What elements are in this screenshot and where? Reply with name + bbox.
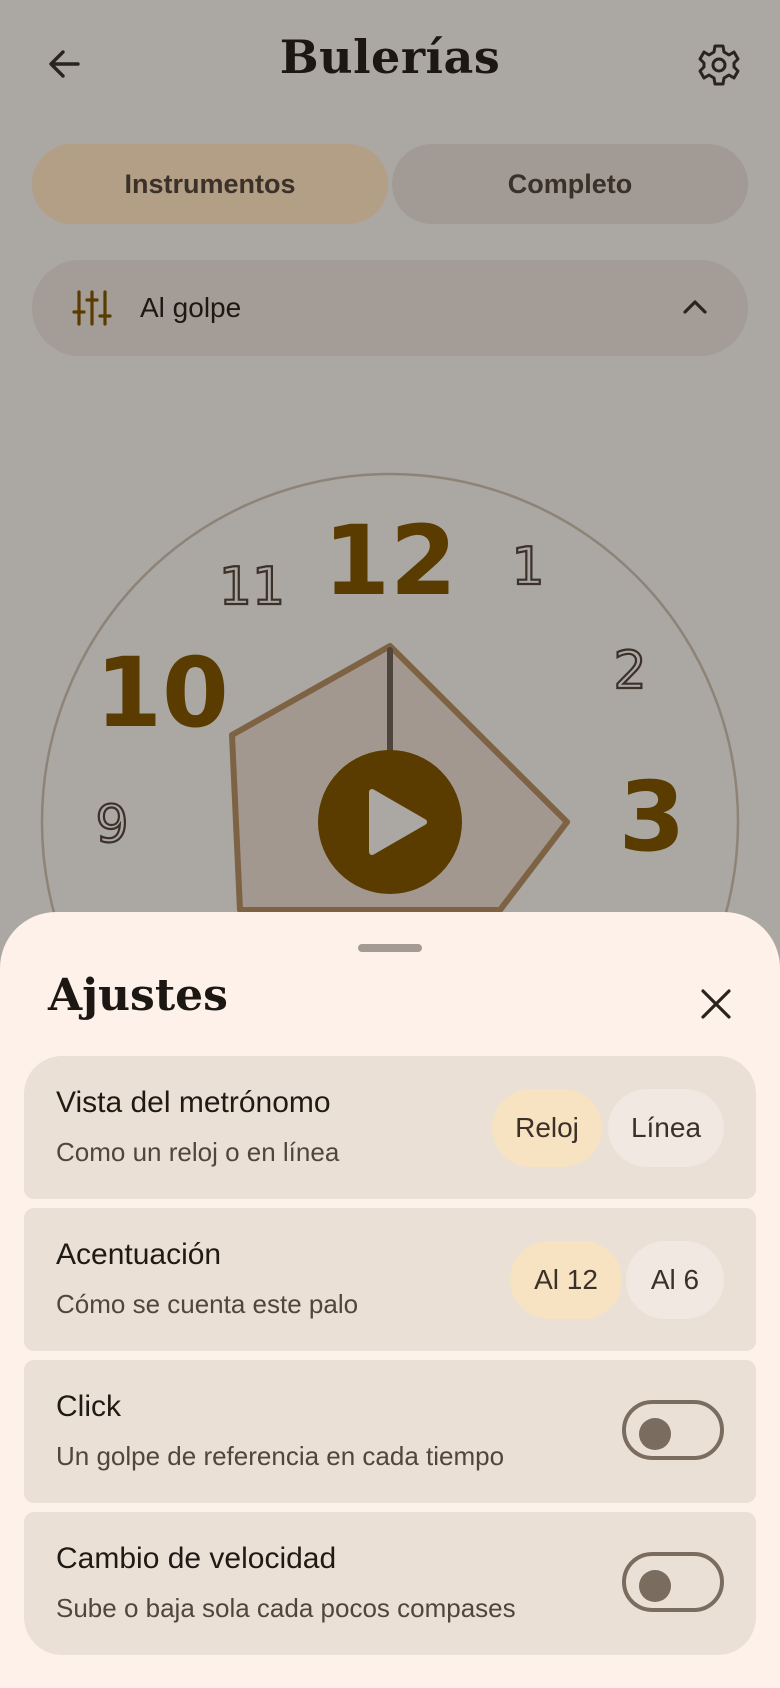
tab-instrumentos[interactable]: Instrumentos bbox=[32, 144, 388, 224]
play-button[interactable] bbox=[318, 750, 462, 894]
clock-number-9: 9 bbox=[95, 795, 128, 855]
setting-title: Click bbox=[56, 1390, 121, 1423]
sheet-title: Ajustes bbox=[48, 970, 228, 1021]
setting-title: Vista del metrónomo bbox=[56, 1086, 331, 1119]
settings-button[interactable] bbox=[694, 40, 744, 90]
drag-handle[interactable] bbox=[358, 944, 422, 952]
option-al-6[interactable]: Al 6 bbox=[626, 1241, 724, 1319]
close-button[interactable] bbox=[692, 980, 740, 1028]
top-app-bar: Bulerías bbox=[0, 0, 780, 130]
clock-number-10: 10 bbox=[95, 637, 229, 749]
clock-number-12: 12 bbox=[323, 505, 457, 617]
preset-selector[interactable]: Al golpe bbox=[32, 260, 748, 356]
setting-row-acentuacion: Acentuación Cómo se cuenta este palo Al … bbox=[24, 1208, 756, 1351]
sliders-icon bbox=[72, 290, 112, 326]
settings-sheet: Ajustes Vista del metrónomo Como un relo… bbox=[0, 912, 780, 1688]
setting-row-vista: Vista del metrónomo Como un reloj o en l… bbox=[24, 1056, 756, 1199]
setting-row-click: Click Un golpe de referencia en cada tie… bbox=[24, 1360, 756, 1503]
option-al-12[interactable]: Al 12 bbox=[510, 1241, 622, 1319]
setting-subtitle: Como un reloj o en línea bbox=[56, 1137, 340, 1167]
setting-subtitle: Un golpe de referencia en cada tiempo bbox=[56, 1441, 505, 1471]
speed-change-toggle[interactable] bbox=[622, 1552, 724, 1612]
option-reloj[interactable]: Reloj bbox=[492, 1089, 602, 1167]
setting-row-cambio-velocidad: Cambio de velocidad Sube o baja sola cad… bbox=[24, 1512, 756, 1655]
clock-number-1: 1 bbox=[511, 537, 544, 597]
close-icon bbox=[701, 989, 731, 1019]
setting-subtitle: Sube o baja sola cada pocos compases bbox=[56, 1593, 516, 1623]
clock-number-2: 2 bbox=[613, 641, 646, 701]
click-toggle[interactable] bbox=[622, 1400, 724, 1460]
toggle-knob bbox=[639, 1570, 671, 1602]
setting-title: Acentuación bbox=[56, 1238, 222, 1271]
setting-title: Cambio de velocidad bbox=[56, 1542, 337, 1575]
chevron-up-icon[interactable] bbox=[678, 290, 712, 324]
clock-number-11: 11 bbox=[219, 557, 285, 617]
setting-subtitle: Cómo se cuenta este palo bbox=[56, 1289, 359, 1319]
gear-icon bbox=[698, 44, 740, 86]
option-linea[interactable]: Línea bbox=[608, 1089, 724, 1167]
preset-label: Al golpe bbox=[140, 292, 242, 323]
tab-completo[interactable]: Completo bbox=[392, 144, 748, 224]
clock-number-3: 3 bbox=[619, 761, 686, 873]
page-title: Bulerías bbox=[279, 30, 501, 84]
toggle-knob bbox=[639, 1418, 671, 1450]
